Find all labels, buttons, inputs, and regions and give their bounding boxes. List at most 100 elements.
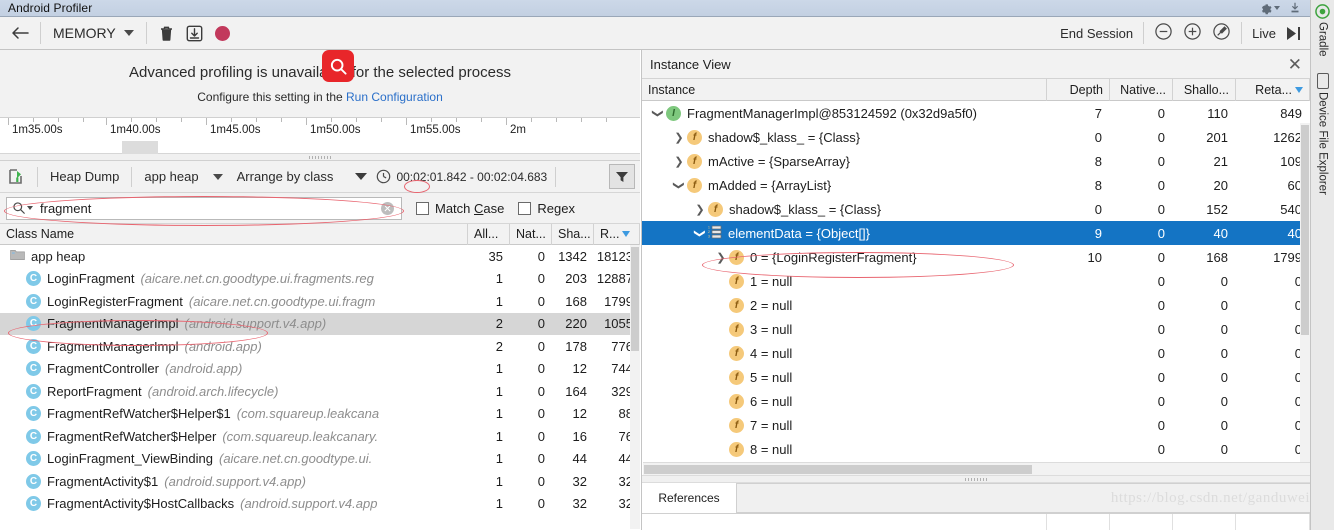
column-header-native[interactable]: Nat... [510, 223, 552, 245]
chevron-down-icon[interactable]: ❯ [652, 106, 665, 121]
chevron-right-icon[interactable]: ❯ [713, 251, 729, 264]
chevron-down-icon[interactable]: ❯ [694, 225, 707, 241]
reset-zoom-icon[interactable] [1212, 22, 1231, 44]
table-row[interactable]: app heap 35 0 1342 18123 [0, 245, 640, 268]
table-row[interactable]: C LoginFragment_ViewBinding (aicare.net.cn… [0, 448, 640, 471]
export-heap-dump-icon[interactable] [186, 25, 203, 42]
instance-table-vscrollbar[interactable] [1300, 123, 1310, 475]
instance-row[interactable]: f 3 = null 0 0 0 [642, 317, 1310, 341]
clear-icon[interactable] [381, 201, 394, 215]
zoom-out-icon[interactable] [1154, 22, 1173, 44]
scrollbar-thumb-h[interactable] [644, 465, 1032, 474]
shallow-size-cell: 32 [572, 496, 587, 512]
instance-row[interactable]: ❯ f mAdded = {ArrayList} 8 0 20 60 [642, 173, 1310, 197]
instance-row[interactable]: ❯ 1 2 3 elementData = {Object[]} 9 0 40 40 [642, 221, 1310, 245]
record-dot-icon[interactable] [214, 25, 230, 41]
tool-button-device-file-explorer[interactable]: Device File Explorer [1316, 72, 1329, 194]
class-name-label: app heap [31, 248, 86, 264]
chevron-down-icon-2[interactable] [355, 173, 368, 180]
timeline-tick-label: 1m35.00s [12, 124, 63, 136]
table-row[interactable]: C LoginFragment (aicare.net.cn.goodtype.ui… [0, 268, 640, 291]
instance-row[interactable]: f 6 = null 0 0 0 [642, 389, 1310, 413]
instance-row[interactable]: f 1 = null 0 0 0 [642, 269, 1310, 293]
end-session-button[interactable]: End Session [1060, 26, 1133, 41]
back-arrow-icon[interactable] [0, 25, 40, 41]
timeline-splitter[interactable] [0, 154, 640, 161]
instance-table-body[interactable]: ❯ I FragmentManagerImpl@853124592 (0x32d9a… [642, 101, 1310, 475]
table-row[interactable]: C FragmentController (android.app) 1 0 12 744 [0, 358, 640, 381]
table-row[interactable]: C ReportFragment (android.arch.lifecycle) 1… [0, 380, 640, 403]
instance-row[interactable]: ❯ I FragmentManagerImpl@853124592 (0x32d9a… [642, 101, 1310, 125]
checkbox-box[interactable] [416, 201, 429, 215]
table-row[interactable]: C FragmentManagerImpl (android.support.v4.… [0, 312, 640, 335]
instance-name-cell: f 2 = null [642, 297, 1047, 313]
instance-row[interactable]: f 5 = null 0 0 0 [642, 365, 1310, 389]
table-row[interactable]: C FragmentManagerImpl (android.app) 2 0 178 77… [0, 335, 640, 358]
native-size-cell: 0 [1157, 417, 1165, 433]
regex-checkbox[interactable]: Regex [518, 201, 575, 216]
heap-selector-label[interactable]: app heap [138, 169, 204, 184]
references-splitter[interactable] [642, 475, 1310, 483]
scrollbar-thumb[interactable] [631, 247, 639, 351]
column-header-shallow-size[interactable]: Shallo... [1173, 78, 1236, 101]
instance-row[interactable]: ❯ f shadow$_klass_ = {Class} 0 0 201 1262 [642, 125, 1310, 149]
checkbox-box-2[interactable] [518, 201, 532, 215]
table-row[interactable]: C LoginRegisterFragment (aicare.net.cn.goo… [0, 290, 640, 313]
close-icon[interactable]: ✕ [1288, 56, 1302, 73]
instance-table-hscrollbar[interactable] [643, 462, 1310, 475]
funnel-filter-icon[interactable] [609, 164, 635, 189]
instance-row[interactable]: f 7 = null 0 0 0 [642, 413, 1310, 437]
table-row[interactable]: C FragmentRefWatcher$Helper$1 (com.squareu… [0, 403, 640, 426]
shallow-size-cell: 0 [1220, 417, 1228, 433]
instance-row[interactable]: f 8 = null 0 0 0 [642, 437, 1310, 461]
heap-dump-icon[interactable] [7, 168, 24, 185]
chevron-right-icon[interactable]: ❯ [692, 203, 708, 216]
class-table-body[interactable]: app heap 35 0 1342 18123 C LoginFragment (aicar… [0, 245, 640, 529]
column-header-alloc[interactable]: All... [468, 223, 510, 245]
live-label[interactable]: Live [1252, 26, 1276, 41]
chevron-down-icon[interactable]: ❯ [673, 178, 686, 193]
scrollbar-thumb-v[interactable] [1301, 125, 1309, 335]
instance-row[interactable]: ❯ f mActive = {SparseArray} 8 0 21 109 [642, 149, 1310, 173]
timeline-selection-block[interactable] [122, 141, 158, 154]
timeline-ruler[interactable]: 1m35.00s 1m40.00s 1m45.00s 1m50.00s 1m55… [0, 118, 640, 154]
column-header-class-name[interactable]: Class Name [0, 223, 468, 245]
instance-row[interactable]: f 4 = null 0 0 0 [642, 341, 1310, 365]
instance-row[interactable]: ❯ f shadow$_klass_ = {Class} 0 0 152 540 [642, 197, 1310, 221]
match-case-checkbox[interactable]: Match Case [416, 201, 504, 216]
alloc-count-cell: 1 [495, 383, 503, 399]
profiler-type-selector[interactable]: MEMORY [41, 25, 146, 41]
instance-row[interactable]: ❯ f 0 = {LoginRegisterFragment} 10 0 168 1799 [642, 245, 1310, 269]
tab-references[interactable]: References [642, 483, 737, 513]
depth-cell: 0 [1094, 201, 1102, 217]
zoom-in-icon[interactable] [1183, 22, 1202, 44]
search-input[interactable]: fragment [6, 196, 402, 220]
column-header-native-size[interactable]: Native... [1110, 78, 1173, 101]
instance-row[interactable]: f 2 = null 0 0 0 [642, 293, 1310, 317]
alloc-count-cell: 1 [495, 361, 503, 377]
chevron-right-icon[interactable]: ❯ [671, 155, 687, 168]
run-configuration-link[interactable]: Run Configuration [346, 90, 443, 104]
chevron-down-icon[interactable] [212, 173, 223, 180]
hide-panel-icon[interactable] [1288, 1, 1302, 15]
go-live-icon[interactable] [1286, 26, 1302, 41]
chevron-down-icon[interactable] [27, 206, 33, 210]
column-header-retained[interactable]: R... [594, 223, 640, 245]
gear-icon[interactable] [1258, 1, 1280, 15]
column-header-retained-size[interactable]: Reta... [1236, 78, 1310, 101]
table-row[interactable]: C FragmentActivity$1 (android.support.v4.a… [0, 470, 640, 493]
shallow-size-cell: 16 [572, 428, 587, 444]
arrange-by-label[interactable]: Arrange by class [231, 169, 340, 184]
session-controls: End Session Live [1060, 22, 1310, 44]
column-header-instance[interactable]: Instance [642, 78, 1047, 101]
column-header-depth[interactable]: Depth [1047, 78, 1110, 101]
table-row[interactable]: C FragmentActivity$HostCallbacks (android.… [0, 493, 640, 516]
column-header-shallow[interactable]: Sha... [552, 223, 594, 245]
native-size-cell: 0 [1157, 441, 1165, 457]
heap-dump-label[interactable]: Heap Dump [44, 169, 125, 184]
tool-button-gradle[interactable]: Gradle [1315, 4, 1330, 57]
table-row[interactable]: C FragmentRefWatcher$Helper (com.squareup.… [0, 425, 640, 448]
class-table-scrollbar[interactable] [630, 245, 640, 529]
chevron-right-icon[interactable]: ❯ [671, 131, 687, 144]
trash-icon[interactable] [159, 25, 174, 42]
